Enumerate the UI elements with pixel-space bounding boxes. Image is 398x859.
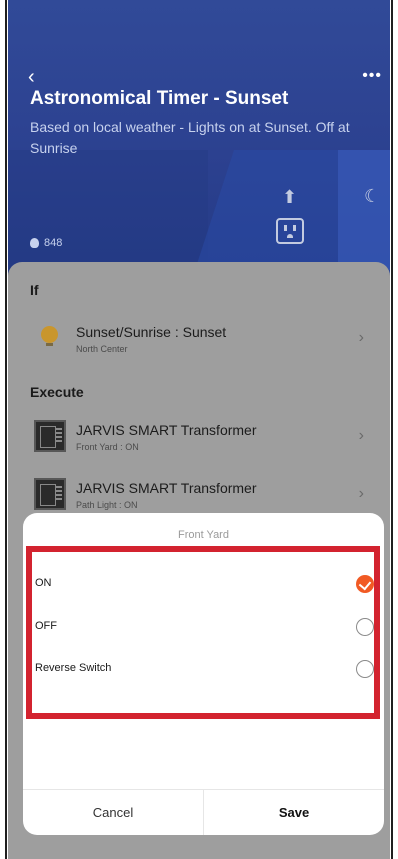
if-section-label: If — [30, 282, 39, 298]
chevron-left-icon[interactable]: ‹ — [28, 67, 35, 87]
action-subtitle: Path Light : ON — [76, 500, 138, 510]
action-subtitle: Front Yard : ON — [76, 442, 139, 452]
action-row[interactable]: JARVIS SMART Transformer Front Yard : ON… — [8, 414, 390, 462]
chevron-right-icon: › — [358, 329, 364, 346]
action-title: JARVIS SMART Transformer — [76, 422, 257, 438]
header-decoration — [338, 150, 390, 270]
bulb-icon — [41, 326, 58, 346]
chevron-right-icon: › — [358, 485, 364, 502]
lightning-bolt-icon: ⬆ — [282, 187, 298, 207]
highlight-box — [26, 546, 380, 719]
action-title: JARVIS SMART Transformer — [76, 480, 257, 496]
page-title: Astronomical Timer - Sunset — [30, 88, 289, 109]
option-bottom-sheet: Front Yard ON OFF Reverse Switch Cancel … — [23, 513, 384, 835]
likes-count: 848 — [30, 237, 62, 249]
cancel-button[interactable]: Cancel — [23, 790, 204, 835]
transformer-icon — [34, 420, 66, 452]
moon-icon: ☾ — [364, 186, 381, 206]
execute-section-label: Execute — [30, 384, 84, 400]
condition-title: Sunset/Sunrise : Sunset — [76, 324, 227, 340]
more-horizontal-icon[interactable]: ••• — [362, 68, 382, 84]
chevron-right-icon: › — [358, 427, 364, 444]
condition-subtitle: North Center — [76, 344, 128, 354]
page-description: Based on local weather - Lights on at Su… — [30, 119, 350, 156]
condition-row[interactable]: Sunset/Sunrise : Sunset North Center › — [8, 316, 390, 364]
scene-detail-screen: ‹ ••• Astronomical Timer - Sunset Based … — [8, 0, 390, 859]
app-frame: ‹ ••• Astronomical Timer - Sunset Based … — [0, 0, 398, 859]
likes-value: 848 — [44, 237, 63, 249]
sheet-title: Front Yard — [178, 529, 229, 541]
power-outlet-icon — [276, 218, 304, 244]
header-decoration — [8, 150, 208, 280]
transformer-icon — [34, 478, 66, 510]
frame-border-left — [5, 0, 7, 859]
thumb-up-icon — [30, 238, 39, 248]
save-button[interactable]: Save — [204, 790, 384, 835]
sheet-footer: Cancel Save — [23, 789, 384, 835]
scene-header: ‹ ••• Astronomical Timer - Sunset Based … — [8, 0, 390, 280]
frame-border-right — [391, 0, 393, 859]
